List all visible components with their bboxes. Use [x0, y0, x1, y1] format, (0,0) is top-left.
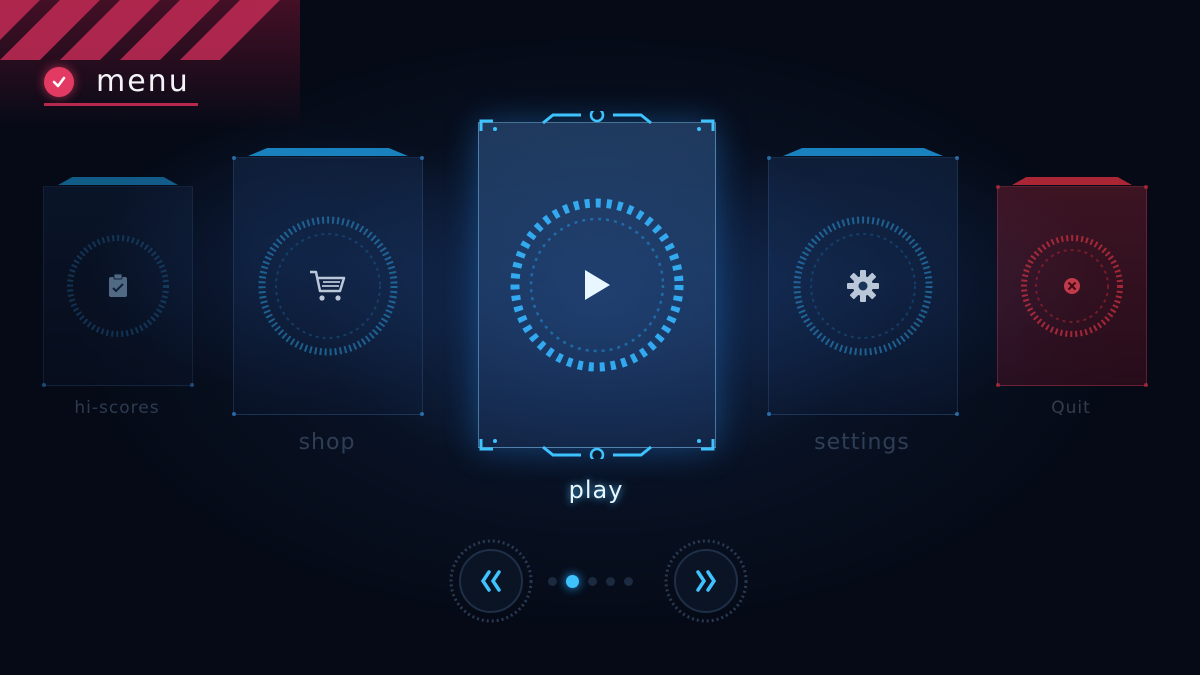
page-dot[interactable]	[624, 577, 633, 586]
title-underline	[44, 103, 198, 106]
card-tab	[58, 177, 178, 185]
close-icon	[1064, 278, 1080, 294]
previous-button[interactable]	[449, 539, 533, 623]
menu-card-settings[interactable]	[767, 148, 959, 416]
gear-icon	[847, 270, 879, 302]
corner-dot	[767, 156, 771, 160]
corner-dot	[420, 412, 424, 416]
menu-label-shop: shop	[298, 430, 356, 455]
menu-header: menu	[44, 64, 190, 99]
menu-card-hiscores[interactable]	[42, 177, 194, 387]
corner-dot	[232, 412, 236, 416]
page-dot[interactable]	[606, 577, 615, 586]
corner-dot	[955, 412, 959, 416]
card-tab	[1012, 177, 1132, 185]
menu-card-quit[interactable]	[996, 177, 1148, 387]
menu-label-hiscores: hi-scores	[74, 398, 160, 418]
corner-dot	[190, 383, 194, 387]
corner-dot	[996, 383, 1000, 387]
card-tab	[783, 148, 943, 156]
page-dot[interactable]	[548, 577, 557, 586]
page-dot-active[interactable]	[566, 575, 579, 588]
corner-dot	[420, 156, 424, 160]
menu-label-play: play	[568, 476, 624, 504]
cart-icon	[310, 270, 346, 301]
menu-card-play[interactable]	[478, 111, 716, 459]
page-dot[interactable]	[588, 577, 597, 586]
page-indicator	[548, 575, 633, 588]
menu-card-shop[interactable]	[232, 148, 424, 416]
corner-dot	[1144, 383, 1148, 387]
card-tab	[248, 148, 408, 156]
menu-label-quit: Quit	[1051, 398, 1091, 418]
corner-dot	[955, 156, 959, 160]
page-title: menu	[96, 64, 190, 99]
next-button[interactable]	[664, 539, 748, 623]
corner-dot	[996, 185, 1000, 189]
menu-label-settings: settings	[814, 430, 910, 455]
corner-dot	[42, 383, 46, 387]
play-icon	[585, 270, 610, 300]
check-icon	[44, 66, 74, 97]
clipboard-icon	[109, 273, 127, 297]
corner-dot	[767, 412, 771, 416]
corner-dot	[232, 156, 236, 160]
corner-dot	[1144, 185, 1148, 189]
